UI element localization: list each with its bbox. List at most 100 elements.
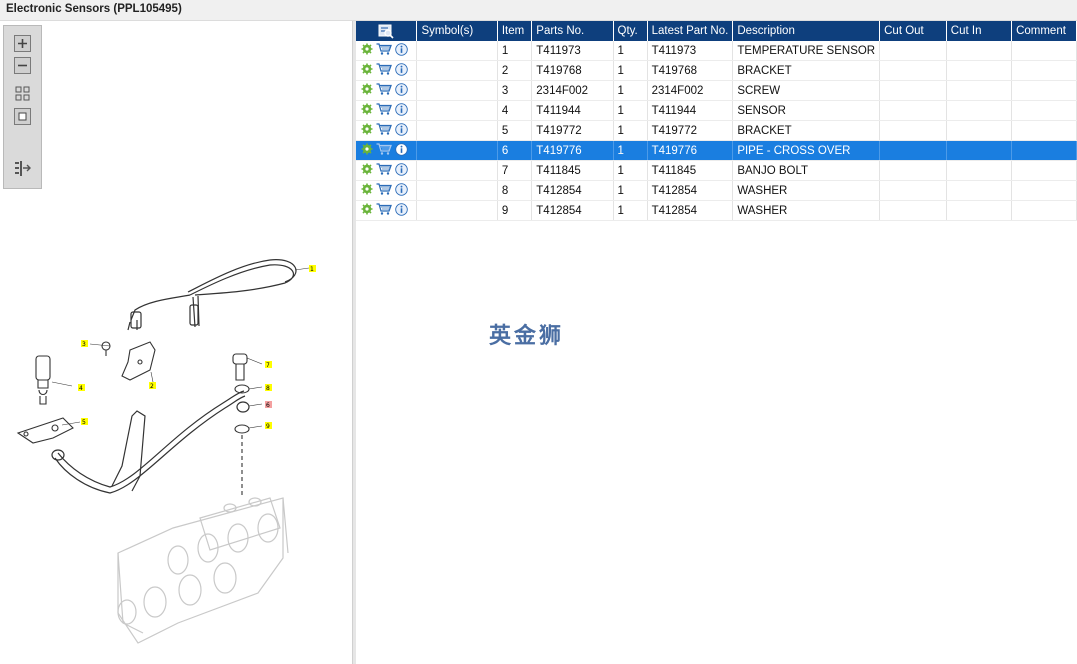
- cell-comment: [1011, 120, 1077, 141]
- table-row[interactable]: 1 T411973 1 T411973 TEMPERATURE SENSOR: [356, 41, 1077, 61]
- pipe-6: [51, 390, 250, 494]
- column-header-actions[interactable]: [356, 21, 418, 41]
- info-icon[interactable]: [395, 162, 408, 179]
- cell-parts-no: 2314F002: [531, 80, 614, 101]
- cart-icon[interactable]: [376, 103, 392, 118]
- svg-text:4: 4: [79, 385, 83, 392]
- row-actions: [356, 120, 418, 141]
- sensor-harness: [127, 259, 297, 331]
- table-row[interactable]: 4 T411944 1 T411944 SENSOR: [356, 100, 1077, 121]
- gear-icon[interactable]: [361, 43, 373, 58]
- cell-latest-part-no: T411944: [647, 100, 734, 121]
- cell-item: 8: [497, 180, 533, 201]
- info-icon[interactable]: [395, 62, 408, 79]
- table-row[interactable]: 3 2314F002 1 2314F002 SCREW: [356, 80, 1077, 101]
- cell-cut-in: [946, 140, 1013, 161]
- zoom-out-icon: [18, 64, 27, 67]
- cell-cut-out: [879, 120, 947, 141]
- cell-cut-in: [946, 120, 1013, 141]
- actual-size-button[interactable]: [14, 108, 31, 125]
- info-icon[interactable]: [395, 82, 408, 99]
- cell-cut-in: [946, 100, 1013, 121]
- info-icon[interactable]: [395, 182, 408, 199]
- banjo-bolt-7: [232, 353, 250, 495]
- svg-text:7: 7: [266, 362, 270, 369]
- bracket-5: [16, 417, 74, 444]
- cell-cut-in: [946, 60, 1013, 81]
- cell-comment: [1011, 100, 1077, 121]
- cart-icon[interactable]: [376, 203, 392, 218]
- export-button[interactable]: [14, 160, 31, 177]
- gear-icon[interactable]: [361, 203, 373, 218]
- cell-symbols: [416, 120, 498, 141]
- table-row[interactable]: 8 T412854 1 T412854 WASHER: [356, 180, 1077, 201]
- cart-icon[interactable]: [376, 183, 392, 198]
- info-icon[interactable]: [395, 202, 408, 219]
- cell-item: 4: [497, 100, 533, 121]
- table-row[interactable]: 2 T419768 1 T419768 BRACKET: [356, 60, 1077, 81]
- table-row[interactable]: 5 T419772 1 T419772 BRACKET: [356, 120, 1077, 141]
- cell-qty: 1: [613, 100, 648, 121]
- row-actions: [356, 160, 418, 181]
- cart-icon[interactable]: [376, 83, 392, 98]
- info-icon[interactable]: [395, 42, 408, 59]
- info-icon[interactable]: [395, 102, 408, 119]
- column-header-item[interactable]: Item: [497, 21, 533, 41]
- cell-symbols: [416, 41, 498, 61]
- gear-icon[interactable]: [361, 143, 373, 158]
- cell-comment: [1011, 60, 1077, 81]
- cart-icon[interactable]: [376, 123, 392, 138]
- cell-description: BRACKET: [732, 60, 881, 81]
- cell-latest-part-no: T411973: [647, 41, 734, 61]
- cell-qty: 1: [613, 120, 648, 141]
- zoom-out-button[interactable]: [14, 57, 31, 74]
- gear-icon[interactable]: [361, 63, 373, 78]
- fit-all-button[interactable]: [14, 85, 31, 102]
- cart-icon[interactable]: [376, 63, 392, 78]
- column-header-symbols[interactable]: Symbol(s): [416, 21, 498, 41]
- column-header-cut-out[interactable]: Cut Out: [879, 21, 947, 41]
- cell-description: WASHER: [732, 180, 881, 201]
- cell-comment: [1011, 140, 1077, 161]
- column-header-qty[interactable]: Qty.: [613, 21, 648, 41]
- row-actions: [356, 80, 418, 101]
- column-header-description[interactable]: Description: [732, 21, 881, 41]
- parts-table: Symbol(s) Item Parts No. Qty. Latest Par…: [356, 21, 1077, 221]
- gear-icon[interactable]: [361, 83, 373, 98]
- cart-icon[interactable]: [376, 143, 392, 158]
- cell-comment: [1011, 80, 1077, 101]
- cell-description: BANJO BOLT: [732, 160, 881, 181]
- list-export-icon: [15, 161, 31, 176]
- column-header-parts-no[interactable]: Parts No.: [531, 21, 614, 41]
- table-row[interactable]: 6 T419776 1 T419776 PIPE - CROSS OVER: [356, 140, 1077, 161]
- cell-qty: 1: [613, 180, 648, 201]
- cell-item: 3: [497, 80, 533, 101]
- gear-icon[interactable]: [361, 183, 373, 198]
- gear-icon[interactable]: [361, 103, 373, 118]
- table-row[interactable]: 7 T411845 1 T411845 BANJO BOLT: [356, 160, 1077, 181]
- info-icon[interactable]: [395, 142, 408, 159]
- cell-item: 2: [497, 60, 533, 81]
- svg-text:2: 2: [150, 383, 154, 390]
- cell-parts-no: T412854: [531, 200, 614, 221]
- cart-icon[interactable]: [376, 163, 392, 178]
- row-actions: [356, 140, 418, 161]
- column-header-comment[interactable]: Comment: [1011, 21, 1077, 41]
- svg-text:3: 3: [82, 341, 86, 348]
- zoom-in-button[interactable]: [14, 35, 31, 52]
- table-row[interactable]: 9 T412854 1 T412854 WASHER: [356, 200, 1077, 221]
- cart-icon[interactable]: [376, 43, 392, 58]
- square-icon: [18, 112, 27, 121]
- svg-text:6: 6: [266, 402, 270, 409]
- zoom-in-icon: [18, 39, 27, 48]
- cell-cut-out: [879, 180, 947, 201]
- svg-text:9: 9: [266, 423, 270, 430]
- row-actions: [356, 100, 418, 121]
- column-header-cut-in[interactable]: Cut In: [946, 21, 1013, 41]
- info-icon[interactable]: [395, 122, 408, 139]
- gear-icon[interactable]: [361, 123, 373, 138]
- row-actions: [356, 60, 418, 81]
- gear-icon[interactable]: [361, 163, 373, 178]
- column-header-latest-part-no[interactable]: Latest Part No.: [647, 21, 734, 41]
- zoom-toolbar: [3, 25, 42, 189]
